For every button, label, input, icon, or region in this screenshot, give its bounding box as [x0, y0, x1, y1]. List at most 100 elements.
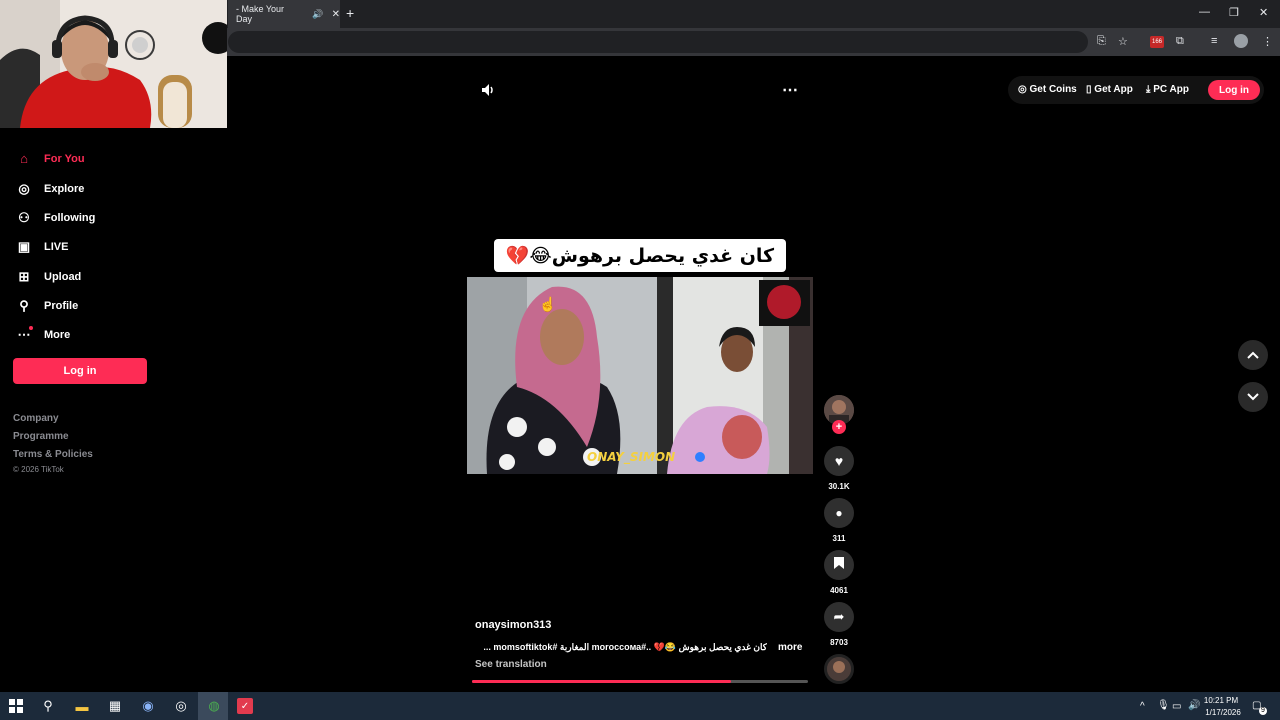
- media-control-icon[interactable]: ≡: [1211, 35, 1217, 47]
- chevron-up-icon: [1247, 346, 1259, 364]
- comment-count: 311: [832, 534, 846, 543]
- bookmark-star-icon[interactable]: ☆: [1118, 35, 1128, 48]
- phone-icon: ▯: [1086, 84, 1092, 95]
- video-player[interactable]: ONAY_SIMON: [467, 277, 813, 474]
- taskbar-search-icon[interactable]: ⚲: [40, 698, 56, 714]
- video-watermark: ONAY_SIMON: [587, 450, 675, 465]
- store-icon[interactable]: ▦: [107, 698, 123, 714]
- music-disc-icon[interactable]: [824, 654, 854, 684]
- cursor-hand-icon: ☝: [539, 296, 557, 312]
- header-login-button[interactable]: Log in: [1208, 80, 1260, 100]
- share-button[interactable]: ➦: [824, 602, 854, 632]
- sidebar-item-following[interactable]: ⚇ Following: [16, 210, 95, 226]
- coin-icon: ◎: [1018, 84, 1027, 95]
- webcam-overlay: [0, 0, 227, 128]
- heart-icon: ♥: [834, 453, 844, 469]
- like-button[interactable]: ♥: [824, 446, 854, 476]
- restore-button[interactable]: ❐: [1229, 6, 1239, 19]
- volume-tray-icon[interactable]: 🔊: [1188, 700, 1200, 711]
- file-explorer-icon[interactable]: ▬: [74, 698, 90, 714]
- close-tab-icon[interactable]: ✕: [332, 9, 340, 20]
- following-icon: ⚇: [18, 210, 30, 225]
- chevron-down-icon: [1247, 388, 1259, 406]
- tray-chevron-icon[interactable]: ^: [1140, 701, 1145, 712]
- address-bar[interactable]: [228, 31, 1088, 53]
- video-description: كان غدي يحصل برهوش 😂💔 ..#moroccoма المغا…: [483, 642, 767, 652]
- get-app-button[interactable]: ▯ Get App: [1086, 84, 1133, 95]
- pc-app-label: PC App: [1153, 84, 1189, 95]
- sidebar-item-label: Following: [44, 212, 96, 224]
- sidebar-item-live[interactable]: ▣ LIVE: [16, 239, 69, 255]
- sidebar-item-for-you[interactable]: ⌂ For You: [16, 151, 84, 166]
- bookmark-button[interactable]: [824, 550, 854, 580]
- comment-bubble-icon: ●: [835, 506, 843, 520]
- description-more-link[interactable]: more: [778, 642, 802, 653]
- author-username[interactable]: onaysimon313: [475, 619, 551, 631]
- webcam-person-image: [0, 0, 227, 128]
- sidebar-item-upload[interactable]: ⊞ Upload: [16, 269, 82, 285]
- browser-tab-active[interactable]: - Make Your Day 🔊 ✕: [228, 0, 340, 28]
- video-options-icon[interactable]: ⋯: [782, 80, 799, 100]
- upload-icon: ⊞: [18, 269, 30, 284]
- share-arrow-icon: ➦: [833, 609, 845, 624]
- app-icon-messenger[interactable]: ◉: [140, 698, 156, 714]
- new-tab-button[interactable]: +: [346, 5, 354, 21]
- see-translation-link[interactable]: See translation: [475, 659, 547, 670]
- sidebar-login-button[interactable]: Log in: [13, 358, 147, 384]
- sidebar-item-profile[interactable]: ⚲ Profile: [16, 298, 78, 314]
- extension-badge-icon[interactable]: 166: [1150, 36, 1164, 48]
- home-icon: ⌂: [20, 151, 28, 166]
- sidebar-item-explore[interactable]: ◎ Explore: [16, 181, 84, 197]
- app-icon-disc[interactable]: ◎: [173, 698, 189, 714]
- video-progress-fill: [472, 680, 731, 683]
- follow-plus-icon[interactable]: +: [832, 420, 846, 434]
- window-close-button[interactable]: ✕: [1259, 6, 1268, 19]
- windows-start-icon[interactable]: [8, 698, 24, 714]
- tray-date[interactable]: 1/17/2026: [1203, 708, 1243, 717]
- tab-title: - Make Your Day: [236, 4, 285, 24]
- get-app-label: Get App: [1094, 84, 1133, 95]
- video-frame-image: ONAY_SIMON: [467, 277, 813, 474]
- previous-video-button[interactable]: [1238, 340, 1268, 370]
- footer-link-company[interactable]: Company: [13, 413, 59, 424]
- install-app-icon[interactable]: ⎘: [1097, 35, 1106, 48]
- video-progress-bar[interactable]: [472, 680, 808, 683]
- get-coins-button[interactable]: ◎ Get Coins: [1018, 84, 1077, 95]
- notification-dot-icon: [29, 326, 33, 330]
- sidebar-item-label: Upload: [44, 271, 82, 283]
- microphone-icon[interactable]: 🎙: [1157, 700, 1170, 711]
- sidebar-item-more[interactable]: ⋯ More: [16, 327, 71, 343]
- sidebar-item-label: Profile: [44, 300, 79, 312]
- get-coins-label: Get Coins: [1029, 84, 1077, 95]
- like-count: 30.1K: [828, 482, 850, 491]
- volume-icon[interactable]: [480, 82, 496, 103]
- sidebar-item-label: More: [44, 329, 71, 341]
- copyright-text: © 2026 TikTok: [13, 465, 64, 474]
- download-icon: ⤓: [1146, 84, 1151, 95]
- profile-icon: ⚲: [19, 298, 29, 313]
- bookmark-count: 4061: [830, 586, 848, 595]
- share-count: 8703: [830, 638, 848, 647]
- comment-button[interactable]: ●: [824, 498, 854, 528]
- windows-taskbar: [0, 692, 1280, 720]
- live-icon: ▣: [17, 239, 31, 254]
- chrome-icon[interactable]: ◍: [206, 698, 222, 714]
- speaker-icon[interactable]: 🔊: [312, 9, 323, 20]
- sidebar-item-label: LIVE: [44, 241, 69, 253]
- pc-app-button[interactable]: ⤓ PC App: [1146, 84, 1189, 95]
- browser-menu-icon[interactable]: ⋮: [1262, 35, 1273, 48]
- minimize-button[interactable]: —: [1199, 6, 1210, 18]
- sidebar-item-label: Explore: [44, 183, 85, 195]
- app-icon-red[interactable]: ✓: [237, 698, 253, 714]
- extensions-puzzle-icon[interactable]: ⧉: [1176, 35, 1184, 48]
- network-icon[interactable]: ▭: [1172, 701, 1181, 712]
- next-video-button[interactable]: [1238, 382, 1268, 412]
- bookmark-icon: [834, 556, 844, 574]
- compass-icon: ◎: [18, 181, 30, 196]
- profile-avatar-icon[interactable]: [1234, 34, 1248, 48]
- video-caption-overlay: كان غدي يحصل برهوش😂💔: [494, 239, 786, 272]
- notification-count-badge: 9: [1259, 707, 1267, 715]
- footer-link-programme[interactable]: Programme: [13, 431, 69, 442]
- tray-time[interactable]: 10:21 PM: [1203, 696, 1239, 705]
- footer-link-terms[interactable]: Terms & Policies: [13, 449, 93, 460]
